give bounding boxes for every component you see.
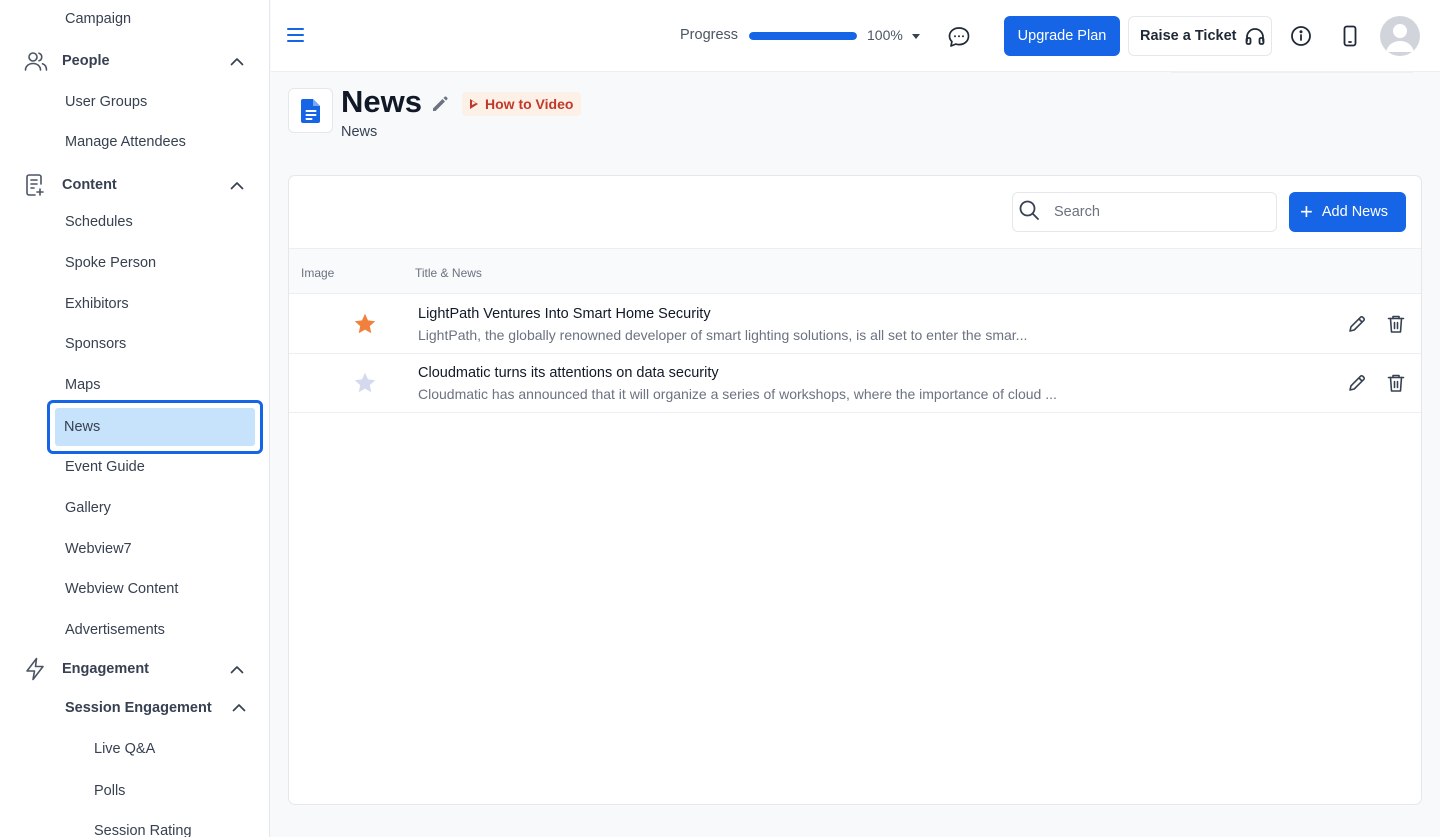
edit-pencil-icon[interactable] — [1347, 314, 1367, 339]
sidebar: Campaign People User Groups Manage Atten… — [0, 0, 270, 837]
sidebar-item-maps[interactable]: Maps — [65, 377, 100, 393]
sidebar-item-exhibitors[interactable]: Exhibitors — [65, 296, 129, 312]
chat-bubble-icon[interactable] — [947, 26, 971, 48]
sidebar-item-sponsors[interactable]: Sponsors — [65, 336, 126, 352]
sidebar-subsection-session-engagement[interactable]: Session Engagement — [65, 696, 246, 720]
sidebar-item-news[interactable]: News — [55, 408, 255, 446]
caret-down-icon[interactable] — [912, 34, 920, 39]
column-header-image: Image — [301, 266, 335, 280]
edit-pencil-icon[interactable] — [1347, 373, 1367, 398]
sidebar-section-label: Content — [62, 177, 117, 193]
plus-icon: + — [1300, 199, 1313, 224]
info-icon[interactable] — [1290, 25, 1312, 47]
search-box[interactable] — [1012, 192, 1277, 232]
sidebar-section-label: Engagement — [62, 661, 150, 677]
table-header: Image Title & News — [289, 248, 1421, 294]
headset-icon — [1244, 26, 1266, 46]
progress-bar-fill — [749, 32, 857, 40]
document-icon — [288, 88, 333, 133]
chevron-up-icon[interactable] — [232, 699, 246, 717]
sidebar-section-content[interactable]: Content — [24, 173, 246, 197]
sidebar-section-people[interactable]: People — [24, 49, 246, 73]
sidebar-item-webview7[interactable]: Webview7 — [65, 541, 132, 557]
search-icon — [1018, 199, 1040, 226]
search-input[interactable] — [1054, 204, 1254, 220]
table-row[interactable]: LightPath Ventures Into Smart Home Secur… — [289, 295, 1421, 354]
content-icon — [24, 173, 50, 197]
sidebar-section-engagement[interactable]: Engagement — [24, 657, 246, 681]
page-subtitle: News — [341, 124, 378, 140]
people-icon — [24, 49, 50, 73]
sidebar-item-manage-attendees[interactable]: Manage Attendees — [65, 134, 186, 150]
upgrade-plan-button[interactable]: Upgrade Plan — [1004, 16, 1120, 56]
how-to-video-button[interactable]: How to Video — [462, 92, 582, 116]
play-icon — [470, 99, 478, 109]
sidebar-section-label: People — [62, 53, 110, 69]
news-description: LightPath, the globally renowned develop… — [418, 327, 1028, 343]
page-title: News — [341, 84, 422, 119]
sidebar-item-gallery[interactable]: Gallery — [65, 500, 111, 516]
chevron-up-icon[interactable] — [228, 176, 246, 194]
news-title: Cloudmatic turns its attentions on data … — [418, 365, 719, 381]
trash-icon[interactable] — [1387, 314, 1405, 339]
sidebar-item-user-groups[interactable]: User Groups — [65, 94, 147, 110]
header-divider — [1171, 71, 1413, 73]
sidebar-item-polls[interactable]: Polls — [94, 783, 125, 799]
news-description: Cloudmatic has announced that it will or… — [418, 386, 1057, 402]
sidebar-item-webview-content[interactable]: Webview Content — [65, 581, 178, 597]
news-card: + Add News Image Title & News LightPath … — [288, 175, 1422, 805]
raise-ticket-label: Raise a Ticket — [1140, 28, 1237, 44]
sidebar-item-advertisements[interactable]: Advertisements — [65, 622, 165, 638]
progress-percent: 100% — [867, 27, 903, 43]
user-avatar-icon — [1386, 24, 1414, 52]
sidebar-item-news-focus-ring: News — [47, 400, 263, 454]
column-header-title-news: Title & News — [415, 266, 482, 280]
news-title: LightPath Ventures Into Smart Home Secur… — [418, 306, 711, 322]
raise-ticket-button[interactable]: Raise a Ticket — [1128, 16, 1272, 56]
progress-bar — [749, 32, 857, 40]
star-filled-icon[interactable] — [354, 313, 376, 339]
sidebar-item-schedules[interactable]: Schedules — [65, 214, 133, 230]
mobile-phone-icon[interactable] — [1343, 25, 1357, 47]
sidebar-subsection-label: Session Engagement — [65, 700, 212, 716]
user-avatar[interactable] — [1380, 16, 1420, 56]
add-news-label: Add News — [1321, 204, 1388, 220]
chevron-up-icon[interactable] — [228, 660, 246, 678]
sidebar-item-spoke-person[interactable]: Spoke Person — [65, 255, 156, 271]
table-row[interactable]: Cloudmatic turns its attentions on data … — [289, 354, 1421, 413]
how-to-video-label: How to Video — [485, 96, 574, 112]
star-outline-icon[interactable] — [354, 372, 376, 398]
edit-title-pencil-icon[interactable] — [430, 94, 450, 119]
chevron-up-icon[interactable] — [228, 52, 246, 70]
progress-label: Progress — [680, 27, 739, 43]
lightning-icon — [24, 657, 50, 681]
sidebar-item-live-qa[interactable]: Live Q&A — [94, 741, 155, 757]
sidebar-item-campaign[interactable]: Campaign — [65, 11, 131, 27]
trash-icon[interactable] — [1387, 373, 1405, 398]
add-news-button[interactable]: + Add News — [1289, 192, 1406, 232]
hamburger-menu-icon[interactable] — [287, 28, 304, 44]
top-header: Progress 100% Upgrade Plan Raise a Ticke… — [271, 0, 1440, 73]
sidebar-item-session-rating[interactable]: Session Rating — [94, 823, 192, 837]
sidebar-item-event-guide[interactable]: Event Guide — [65, 459, 145, 475]
